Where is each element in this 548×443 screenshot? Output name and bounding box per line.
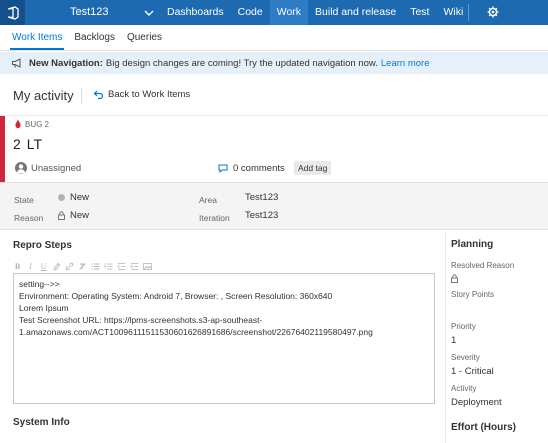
work-item-type-label: BUG 2: [25, 120, 50, 129]
work-item-title[interactable]: 2 LT: [13, 136, 42, 152]
story-points-label: Story Points: [451, 290, 495, 299]
repro-line: setting-->>: [19, 279, 60, 289]
back-to-work-items-link[interactable]: Back to Work Items: [93, 89, 190, 100]
comment-icon: [218, 164, 228, 173]
tab-backlogs[interactable]: Backlogs: [68, 25, 121, 50]
learn-more-link[interactable]: Learn more: [381, 58, 430, 69]
planning-title: Planning: [451, 239, 494, 250]
state-label: State: [14, 195, 34, 205]
repro-line: Test Screenshot URL: https://lpms-screen…: [19, 315, 263, 325]
lock-icon: [58, 211, 65, 220]
bullet-list-icon[interactable]: [91, 262, 100, 271]
priority-label: Priority: [451, 322, 476, 331]
repro-steps-title: Repro Steps: [13, 240, 72, 251]
nav-dashboards[interactable]: Dashboards: [160, 0, 231, 25]
outdent-icon[interactable]: [117, 262, 126, 271]
resolved-reason-label: Resolved Reason: [451, 261, 515, 270]
top-navigation-bar: Test123 Dashboards Code Work Build and r…: [0, 0, 548, 25]
severity-label: Severity: [451, 353, 480, 362]
vsts-logo-icon[interactable]: [0, 0, 25, 25]
severity-field[interactable]: 1 - Critical: [451, 366, 494, 377]
state-dot-icon: [58, 194, 65, 201]
work-subnav: Work Items Backlogs Queries: [0, 25, 548, 51]
priority-field[interactable]: 1: [451, 335, 456, 346]
bold-icon[interactable]: B: [13, 262, 22, 271]
chevron-down-icon[interactable]: [143, 7, 155, 19]
nav-test[interactable]: Test: [403, 0, 436, 25]
assigned-to-value: Unassigned: [31, 162, 82, 174]
avatar-icon: [15, 162, 27, 174]
insert-image-icon[interactable]: [143, 262, 152, 271]
hub-nav: Dashboards Code Work Build and release T…: [160, 0, 470, 25]
topbar-divider: [468, 4, 469, 21]
repro-line: 1.amazonaws.com/ACT100961115115306016268…: [19, 327, 373, 337]
system-info-title: System Info: [13, 417, 70, 428]
add-tag-button[interactable]: Add tag: [294, 161, 332, 175]
state-field[interactable]: New: [58, 192, 89, 203]
megaphone-icon: [12, 58, 21, 68]
bug-color-stripe: [0, 116, 5, 182]
new-navigation-banner: New Navigation: Big design changes are c…: [0, 52, 548, 74]
activity-field[interactable]: Deployment: [451, 397, 502, 408]
activity-row: My activity Back to Work Items: [0, 80, 548, 110]
work-item-type: BUG 2: [14, 120, 49, 129]
back-link-label: Back to Work Items: [108, 89, 191, 100]
details-column: Repro Steps B I U setting-->> Environmen…: [0, 231, 445, 443]
repro-line: Lorem Ipsum: [19, 303, 69, 313]
nav-code[interactable]: Code: [231, 0, 270, 25]
back-arrow-icon: [93, 90, 104, 100]
work-item-fields: State New Reason New Area Test123 Iterat…: [0, 182, 548, 230]
iteration-field[interactable]: Test123: [245, 210, 278, 221]
italic-icon[interactable]: I: [26, 262, 35, 271]
underline-icon[interactable]: U: [39, 262, 48, 271]
comments-count: 0 comments: [233, 163, 285, 174]
nav-build-and-release[interactable]: Build and release: [308, 0, 403, 25]
activity-divider: [81, 88, 82, 104]
bug-icon: [15, 120, 21, 129]
reason-label: Reason: [14, 213, 44, 223]
iteration-label: Iteration: [199, 213, 230, 223]
area-field[interactable]: Test123: [245, 192, 278, 203]
link-icon[interactable]: [65, 262, 74, 271]
reason-field[interactable]: New: [58, 210, 89, 221]
indent-icon[interactable]: [130, 262, 139, 271]
state-value: New: [70, 192, 90, 203]
numbered-list-icon[interactable]: [104, 262, 113, 271]
tab-work-items[interactable]: Work Items: [6, 25, 68, 50]
rich-text-toolbar: B I U: [13, 260, 152, 272]
highlight-icon[interactable]: [52, 262, 61, 271]
my-activity-title[interactable]: My activity: [13, 88, 74, 103]
planning-column: Planning Resolved Reason Story Points Pr…: [446, 231, 548, 443]
banner-text: Big design changes are coming! Try the u…: [105, 57, 378, 69]
story-points-input[interactable]: [451, 302, 541, 315]
nav-wiki[interactable]: Wiki: [436, 0, 470, 25]
assigned-to-field[interactable]: Unassigned: [15, 162, 81, 174]
banner-title: New Navigation:: [29, 57, 103, 69]
tab-queries[interactable]: Queries: [121, 25, 168, 50]
area-label: Area: [199, 195, 217, 205]
repro-steps-editor[interactable]: setting-->> Environment: Operating Syste…: [13, 273, 435, 404]
nav-work[interactable]: Work: [269, 0, 309, 25]
project-name[interactable]: Test123: [70, 6, 109, 18]
lock-icon: [451, 274, 458, 283]
work-item-title-text: LT: [26, 136, 43, 152]
repro-line: Environment: Operating System: Android 7…: [19, 291, 333, 301]
comments-link[interactable]: 0 comments: [218, 163, 285, 174]
reason-value: New: [70, 210, 90, 221]
clear-format-icon[interactable]: [78, 262, 87, 271]
work-item-header: BUG 2 2 LT Unassigned 0 comments Add tag: [0, 115, 548, 182]
work-item-id: 2: [13, 136, 21, 152]
effort-title: Effort (Hours): [451, 422, 516, 433]
gear-icon[interactable]: [487, 6, 499, 18]
activity-label: Activity: [451, 384, 477, 393]
